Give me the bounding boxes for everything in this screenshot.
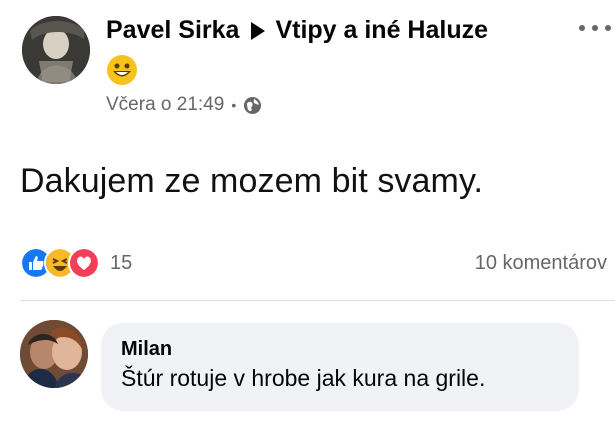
grinning-face-emoji-icon	[107, 55, 137, 85]
comment-bubble[interactable]: Milan Štúr rotuje v hrobe jak kura na gr…	[101, 323, 579, 411]
reaction-icons	[20, 247, 100, 279]
reaction-count[interactable]: 15	[110, 252, 132, 275]
right-triangle-icon	[251, 21, 266, 40]
author-name[interactable]: Pavel Sirka	[106, 16, 239, 45]
post-header: Pavel Sirka Vtipy a iné Haluze Včera o 2…	[22, 16, 612, 116]
commenter-photo-icon	[20, 320, 88, 388]
group-name[interactable]: Vtipy a iné Haluze	[275, 16, 488, 45]
comments-count[interactable]: 10 komentárov	[475, 252, 607, 275]
commenter-name[interactable]: Milan	[121, 337, 559, 361]
love-reaction-icon	[68, 247, 100, 279]
post-divider	[20, 300, 615, 301]
profile-photo-icon	[22, 16, 90, 84]
commenter-avatar[interactable]	[20, 320, 88, 388]
post-timestamp[interactable]: Včera o 21:49	[106, 94, 224, 116]
comment-text: Štúr rotuje v hrobe jak kura na grile.	[121, 365, 486, 391]
metadata-separator: •	[231, 97, 237, 113]
author-avatar[interactable]	[22, 16, 90, 84]
more-options-icon[interactable]	[578, 24, 612, 32]
globe-icon[interactable]	[243, 96, 262, 115]
author-group-line: Pavel Sirka Vtipy a iné Haluze	[106, 16, 488, 45]
post-message: Dakujem ze mozem bit svamy.	[20, 162, 484, 200]
reaction-summary[interactable]: 15	[20, 247, 132, 279]
post-metadata: Včera o 21:49 •	[106, 94, 262, 116]
